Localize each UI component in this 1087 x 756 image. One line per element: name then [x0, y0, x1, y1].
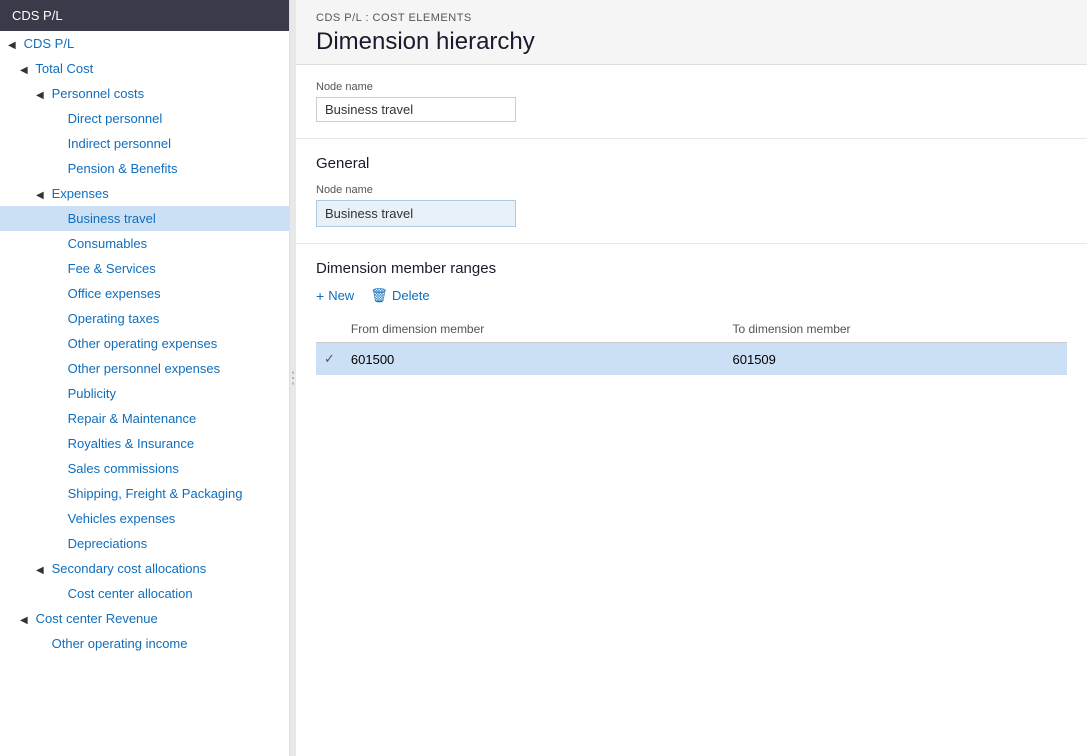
- tree-label: Royalties & Insurance: [68, 436, 194, 451]
- tree-item-consumables[interactable]: Consumables: [0, 231, 289, 256]
- col-check: [316, 316, 343, 343]
- tree-label: Shipping, Freight & Packaging: [68, 486, 243, 501]
- tree-item-other-personnel-expenses[interactable]: Other personnel expenses: [0, 356, 289, 381]
- tree-item-direct-personnel[interactable]: Direct personnel: [0, 106, 289, 131]
- tree-label: Personnel costs: [52, 86, 145, 101]
- col-to: To dimension member: [725, 316, 1068, 343]
- tree-label: Expenses: [52, 186, 109, 201]
- tree-item-publicity[interactable]: Publicity: [0, 381, 289, 406]
- tree-item-repair-maintenance[interactable]: Repair & Maintenance: [0, 406, 289, 431]
- tree-item-secondary-cost-allocations[interactable]: ◀ Secondary cost allocations: [0, 556, 289, 581]
- tree-label: Secondary cost allocations: [52, 561, 207, 576]
- ranges-section: Dimension member ranges + New 🗑 Delete F…: [296, 244, 1087, 391]
- tree-label: Other operating expenses: [68, 336, 218, 351]
- breadcrumb: CDS P/L : COST ELEMENTS: [316, 12, 1067, 24]
- row-check: ✓: [316, 343, 343, 376]
- tree-label: Depreciations: [68, 536, 148, 551]
- from-member: 601500: [343, 343, 725, 376]
- to-member: 601509: [725, 343, 1068, 376]
- tree-item-vehicles-expenses[interactable]: Vehicles expenses: [0, 506, 289, 531]
- ranges-table: From dimension member To dimension membe…: [316, 316, 1067, 375]
- tree-label: Office expenses: [68, 286, 161, 301]
- new-label: New: [328, 288, 354, 303]
- tree-label: Other operating income: [52, 636, 188, 651]
- table-body: ✓ 601500 601509: [316, 343, 1067, 376]
- tree-item-cds-pl[interactable]: ◀ CDS P/L: [0, 31, 289, 56]
- table-header: From dimension member To dimension membe…: [316, 316, 1067, 343]
- new-button[interactable]: + New: [316, 288, 354, 304]
- tree-label: Other personnel expenses: [68, 361, 220, 376]
- tree-label: Indirect personnel: [68, 136, 171, 151]
- tree-label: Sales commissions: [68, 461, 179, 476]
- collapse-icon[interactable]: ◀: [36, 190, 48, 201]
- tree-item-pension-benefits[interactable]: Pension & Benefits: [0, 156, 289, 181]
- tree-item-fee-services[interactable]: Fee & Services: [0, 256, 289, 281]
- main-panel: CDS P/L : COST ELEMENTS Dimension hierar…: [296, 0, 1087, 756]
- tree-label: Repair & Maintenance: [68, 411, 197, 426]
- top-node-section: Node name Business travel: [296, 65, 1087, 139]
- top-node-value: Business travel: [316, 97, 516, 122]
- tree-item-cost-center-allocation[interactable]: Cost center allocation: [0, 581, 289, 606]
- tree-label: Pension & Benefits: [68, 161, 178, 176]
- tree-label: Total Cost: [35, 61, 93, 76]
- tree-label: Fee & Services: [68, 261, 156, 276]
- general-section-title: General: [316, 155, 1067, 172]
- tree-label: Direct personnel: [68, 111, 163, 126]
- tree-item-cost-center-revenue[interactable]: ◀ Cost center Revenue: [0, 606, 289, 631]
- checkmark-icon: ✓: [324, 351, 335, 366]
- plus-icon: +: [316, 288, 324, 304]
- tree-label: Operating taxes: [68, 311, 160, 326]
- tree-item-sales-commissions[interactable]: Sales commissions: [0, 456, 289, 481]
- general-section: General Node name Business travel: [296, 139, 1087, 244]
- collapse-icon[interactable]: ◀: [8, 40, 20, 51]
- delete-icon: 🗑: [370, 287, 388, 304]
- tree-label: Consumables: [68, 236, 148, 251]
- general-node-label: Node name: [316, 184, 1067, 196]
- tree-item-royalties-insurance[interactable]: Royalties & Insurance: [0, 431, 289, 456]
- sidebar-header-label: CDS P/L: [12, 8, 63, 23]
- sidebar: CDS P/L ◀ CDS P/L◀ Total Cost◀ Personnel…: [0, 0, 290, 756]
- col-from: From dimension member: [343, 316, 725, 343]
- tree-item-total-cost[interactable]: ◀ Total Cost: [0, 56, 289, 81]
- main-content: Node name Business travel General Node n…: [296, 65, 1087, 756]
- tree-item-shipping-freight[interactable]: Shipping, Freight & Packaging: [0, 481, 289, 506]
- collapse-icon[interactable]: ◀: [36, 90, 48, 101]
- tree-label: CDS P/L: [24, 36, 75, 51]
- tree-item-personnel-costs[interactable]: ◀ Personnel costs: [0, 81, 289, 106]
- table-row[interactable]: ✓ 601500 601509: [316, 343, 1067, 376]
- tree-item-office-expenses[interactable]: Office expenses: [0, 281, 289, 306]
- top-node-label: Node name: [316, 81, 1067, 93]
- tree-item-depreciations[interactable]: Depreciations: [0, 531, 289, 556]
- toolbar: + New 🗑 Delete: [316, 287, 1067, 304]
- page-title: Dimension hierarchy: [316, 28, 1067, 56]
- sidebar-header: CDS P/L: [0, 0, 289, 31]
- tree-label: Business travel: [68, 211, 156, 226]
- ranges-title: Dimension member ranges: [316, 260, 1067, 277]
- tree-label: Vehicles expenses: [68, 511, 176, 526]
- collapse-icon[interactable]: ◀: [20, 65, 32, 76]
- delete-label: Delete: [392, 288, 430, 303]
- tree-item-expenses[interactable]: ◀ Expenses: [0, 181, 289, 206]
- main-header: CDS P/L : COST ELEMENTS Dimension hierar…: [296, 0, 1087, 65]
- tree-item-other-operating-expenses[interactable]: Other operating expenses: [0, 331, 289, 356]
- collapse-icon[interactable]: ◀: [36, 565, 48, 576]
- general-node-value[interactable]: Business travel: [316, 200, 516, 227]
- tree-container: ◀ CDS P/L◀ Total Cost◀ Personnel costs D…: [0, 31, 289, 656]
- tree-label: Cost center Revenue: [36, 611, 158, 626]
- tree-item-operating-taxes[interactable]: Operating taxes: [0, 306, 289, 331]
- delete-button[interactable]: 🗑 Delete: [370, 287, 429, 304]
- tree-label: Publicity: [68, 386, 116, 401]
- tree-item-business-travel[interactable]: Business travel: [0, 206, 289, 231]
- tree-item-indirect-personnel[interactable]: Indirect personnel: [0, 131, 289, 156]
- tree-label: Cost center allocation: [68, 586, 193, 601]
- collapse-icon[interactable]: ◀: [20, 615, 32, 626]
- tree-item-other-operating-income[interactable]: Other operating income: [0, 631, 289, 656]
